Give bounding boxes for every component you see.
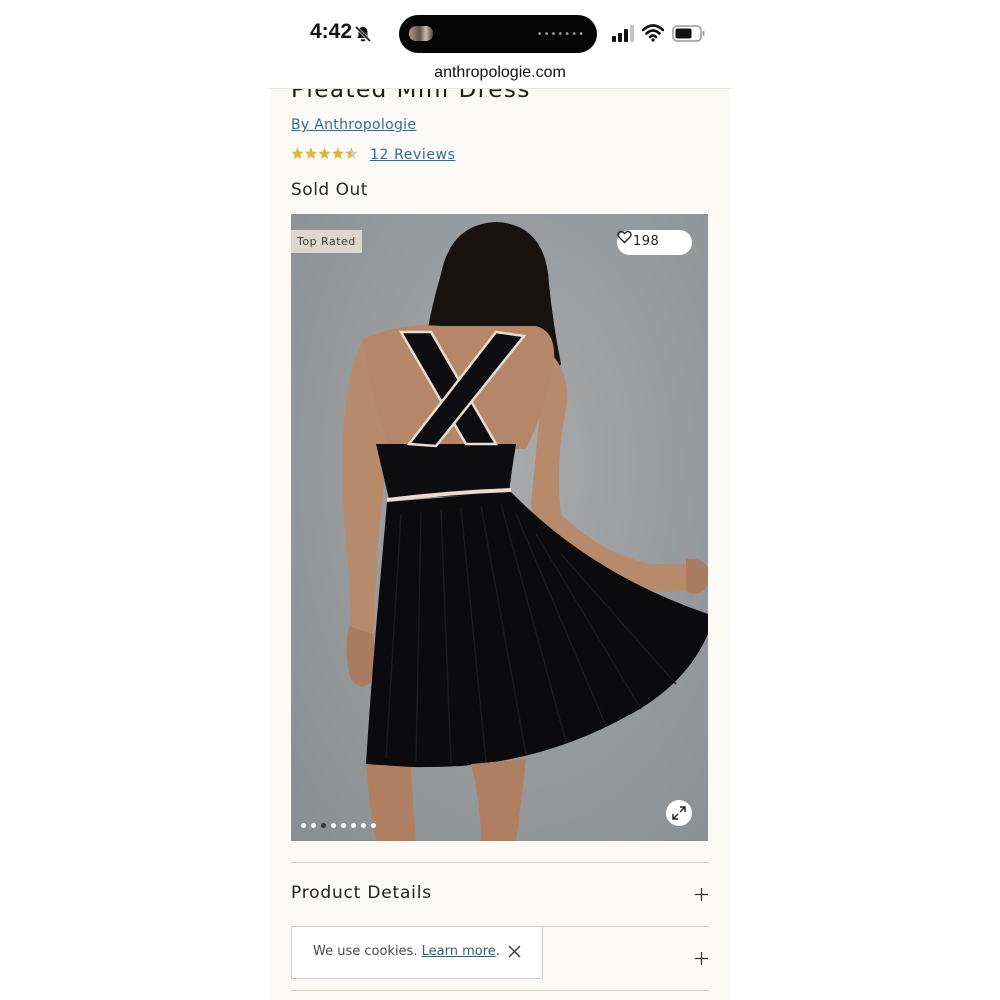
star-icon <box>304 147 318 159</box>
availability-status: Sold Out <box>291 180 368 200</box>
cookie-banner: We use cookies. Learn more. <box>291 926 543 979</box>
like-button[interactable]: 198 <box>617 230 692 255</box>
product-details-heading[interactable]: Product Details <box>291 883 432 903</box>
heart-icon <box>617 230 632 244</box>
star-icon <box>331 147 345 159</box>
battery-icon <box>672 25 705 42</box>
star-rating <box>291 147 358 159</box>
carousel-dot[interactable] <box>301 823 306 828</box>
expand-icon <box>672 806 686 820</box>
plus-icon[interactable] <box>695 888 708 901</box>
carousel-dot[interactable] <box>341 823 346 828</box>
carousel-indicators <box>301 823 376 829</box>
close-icon[interactable] <box>508 945 521 958</box>
carousel-dot[interactable] <box>351 823 356 828</box>
cookie-text: We use cookies. <box>313 944 422 959</box>
carousel-dot[interactable] <box>311 823 316 828</box>
reviews-link[interactable]: 12 Reviews <box>370 147 456 163</box>
bell-off-icon <box>354 25 372 43</box>
top-rated-badge: Top Rated <box>291 230 362 253</box>
island-indicator: ••••••• <box>536 29 585 40</box>
phone-screen: 4:42 ••••••• anthropologie.com Pleated M… <box>270 0 730 1000</box>
carousel-dot[interactable] <box>321 823 326 828</box>
star-icon <box>291 147 304 159</box>
star-icon <box>318 147 331 159</box>
like-count: 198 <box>633 234 660 249</box>
expand-button[interactable] <box>666 800 692 826</box>
url-text: anthropologie.com <box>434 64 566 81</box>
cookie-suffix: . <box>495 944 500 959</box>
signal-icon <box>612 25 634 42</box>
media-thumbnail <box>409 26 433 41</box>
product-title: Pleated Mini Dress <box>291 89 531 103</box>
page-content: Pleated Mini Dress By Anthropologie 12 R… <box>270 89 730 1000</box>
section-divider <box>291 862 709 863</box>
wifi-icon <box>642 24 664 42</box>
address-bar[interactable]: anthropologie.com <box>270 60 730 89</box>
product-image[interactable]: Top Rated 198 <box>291 214 708 841</box>
carousel-dot[interactable] <box>361 823 366 828</box>
section-divider <box>291 990 709 991</box>
plus-icon[interactable] <box>695 952 708 965</box>
status-time: 4:42 <box>310 20 353 43</box>
carousel-dot[interactable] <box>331 823 336 828</box>
model-illustration <box>342 222 708 841</box>
carousel-dot[interactable] <box>371 823 376 828</box>
dynamic-island: ••••••• <box>399 15 597 53</box>
brand-link[interactable]: By Anthropologie <box>291 117 416 133</box>
status-bar: 4:42 ••••••• <box>270 0 730 60</box>
learn-more-link[interactable]: Learn more <box>422 944 496 959</box>
cookie-message: We use cookies. Learn more. <box>313 944 500 959</box>
